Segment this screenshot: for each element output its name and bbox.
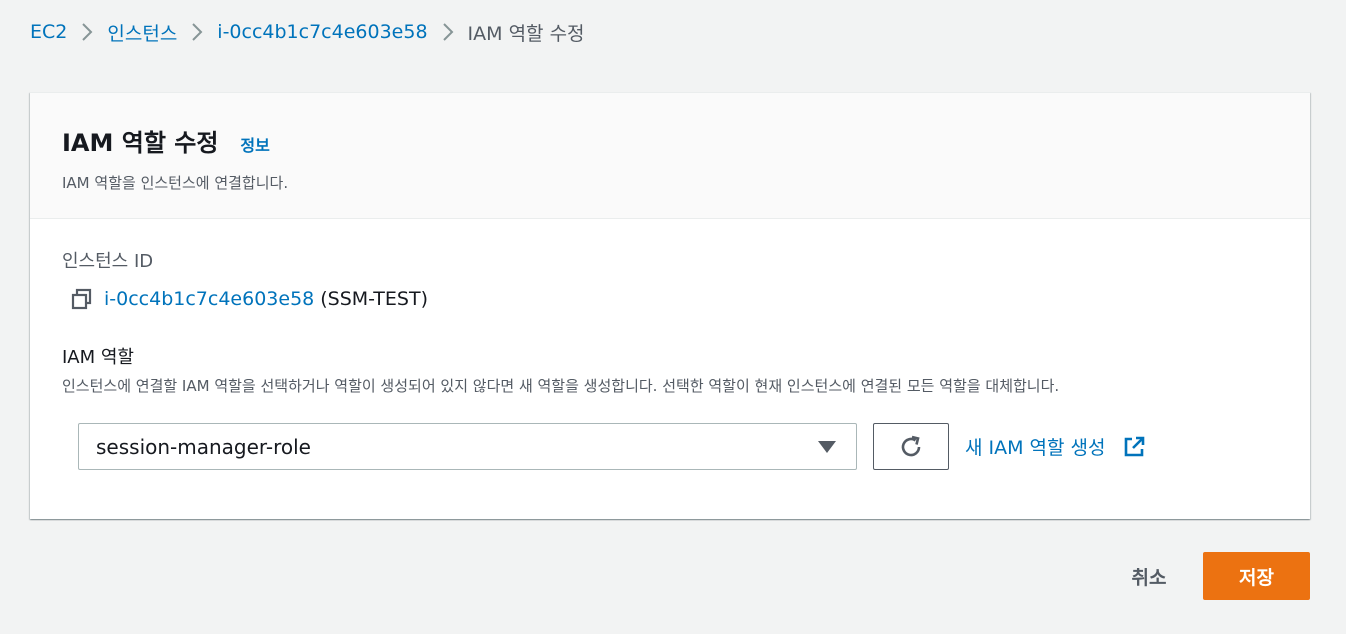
chevron-right-icon bbox=[428, 22, 468, 42]
refresh-icon bbox=[901, 435, 921, 456]
copy-icon[interactable] bbox=[70, 287, 94, 311]
caret-down-icon bbox=[818, 441, 836, 453]
page-title: IAM 역할 수정 bbox=[62, 129, 219, 157]
cancel-button[interactable]: 취소 bbox=[1114, 552, 1184, 600]
modify-iam-role-panel: IAM 역할 수정 정보 IAM 역할을 인스턴스에 연결합니다. 인스턴스 I… bbox=[30, 92, 1310, 519]
page-description: IAM 역할을 인스턴스에 연결합니다. bbox=[62, 174, 289, 192]
breadcrumb-ec2[interactable]: EC2 bbox=[30, 21, 67, 43]
instance-id-label: 인스턴스 ID bbox=[62, 251, 154, 272]
iam-role-select[interactable]: session-manager-role bbox=[78, 423, 857, 470]
panel-header: IAM 역할 수정 정보 IAM 역할을 인스턴스에 연결합니다. bbox=[30, 93, 1310, 219]
instance-name: (SSM-TEST) bbox=[320, 288, 428, 310]
instance-id-row: i-0cc4b1c7c4e603e58 (SSM-TEST) bbox=[70, 287, 428, 311]
chevron-right-icon bbox=[67, 22, 107, 42]
iam-role-description: 인스턴스에 연결할 IAM 역할을 선택하거나 역할이 생성되어 있지 않다면 … bbox=[62, 377, 1060, 395]
info-link[interactable]: 정보 bbox=[240, 132, 269, 156]
iam-role-label: IAM 역할 bbox=[62, 347, 134, 368]
breadcrumb: EC2 인스턴스 i-0cc4b1c7c4e603e58 IAM 역할 수정 bbox=[30, 18, 585, 46]
breadcrumb-instances[interactable]: 인스턴스 bbox=[107, 19, 177, 46]
external-link-icon bbox=[1122, 435, 1146, 459]
iam-role-selected-value: session-manager-role bbox=[96, 434, 311, 459]
create-iam-role-label: 새 IAM 역할 생성 bbox=[965, 437, 1106, 459]
chevron-right-icon bbox=[177, 22, 217, 42]
instance-id-link[interactable]: i-0cc4b1c7c4e603e58 bbox=[104, 288, 314, 310]
save-button[interactable]: 저장 bbox=[1203, 552, 1310, 600]
create-iam-role-link[interactable]: 새 IAM 역할 생성 bbox=[965, 433, 1146, 460]
breadcrumb-instance-id[interactable]: i-0cc4b1c7c4e603e58 bbox=[217, 21, 427, 43]
refresh-button[interactable] bbox=[873, 423, 949, 470]
breadcrumb-current: IAM 역할 수정 bbox=[467, 22, 585, 45]
